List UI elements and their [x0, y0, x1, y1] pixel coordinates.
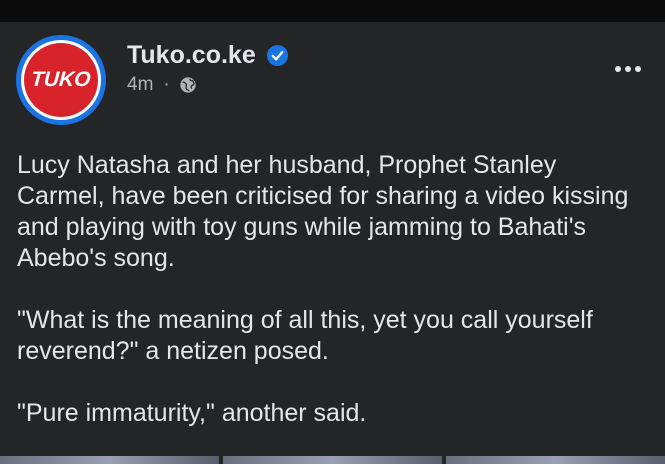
avatar-ring: TUKO [21, 40, 101, 120]
meta-separator: · [163, 74, 170, 95]
page-avatar[interactable]: TUKO [16, 35, 106, 125]
more-dot [635, 66, 641, 72]
post-paragraph: "Pure immaturity," another said. [17, 399, 367, 427]
more-dot [625, 66, 631, 72]
media-thumbnail[interactable] [0, 456, 219, 464]
post-meta: 4m · [127, 74, 197, 96]
media-thumbnail[interactable] [446, 456, 665, 464]
post-paragraph: "What is the meaning of all this, yet yo… [17, 306, 593, 365]
post-text: Lucy Natasha and her husband, Prophet St… [17, 150, 647, 460]
post-card: TUKO Tuko.co.ke 4m · Lucy Natasha and he… [0, 22, 665, 464]
avatar-logo: TUKO [24, 43, 98, 117]
page-name[interactable]: Tuko.co.ke [127, 41, 256, 70]
verified-badge-icon [266, 44, 288, 67]
media-preview-strip[interactable] [0, 456, 665, 464]
more-options-icon[interactable] [615, 66, 641, 72]
post-paragraph: Lucy Natasha and her husband, Prophet St… [17, 151, 629, 272]
status-bar [0, 0, 665, 22]
logo-text: TUKO [30, 68, 92, 91]
more-dot [615, 66, 621, 72]
globe-icon[interactable] [179, 76, 197, 94]
post-time[interactable]: 4m [127, 74, 153, 96]
media-thumbnail[interactable] [223, 456, 442, 464]
page-name-row: Tuko.co.ke [127, 41, 289, 70]
